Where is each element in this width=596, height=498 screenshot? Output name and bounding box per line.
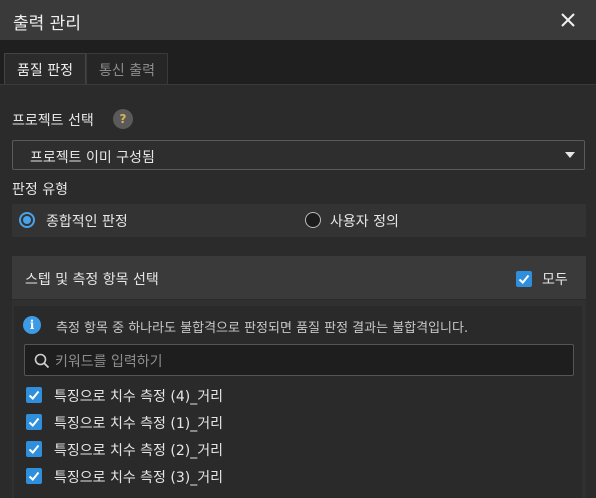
step-selection-title: 스텝 및 측정 항목 선택 xyxy=(25,272,159,288)
select-all-label[interactable]: 모두 xyxy=(542,269,568,289)
radio-comprehensive[interactable] xyxy=(19,212,35,228)
search-box[interactable]: 키워드를 입력하기 xyxy=(24,344,574,376)
project-select-label: 프로젝트 선택 xyxy=(12,113,94,129)
project-dropdown[interactable]: 프로젝트 이미 구성됨 xyxy=(12,140,585,170)
item-label: 특징으로 치수 측정 (2)_거리 xyxy=(54,443,223,459)
item-checkbox[interactable] xyxy=(26,387,42,403)
step-list-area: i 측정 항목 중 하나라도 불합격으로 판정되면 품질 판정 결과는 불합격입… xyxy=(14,306,582,498)
title-bar: 출력 관리 xyxy=(0,0,596,40)
tab-bar: 품질 판정 통신 출력 xyxy=(0,40,596,85)
chevron-down-icon xyxy=(565,152,575,158)
close-icon[interactable] xyxy=(558,10,578,30)
info-message: 측정 항목 중 하나라도 불합격으로 판정되면 품질 판정 결과는 불합격입니다… xyxy=(56,321,469,336)
item-checkbox[interactable] xyxy=(26,468,42,484)
judgement-type-group: 종합적인 판정 사용자 정의 xyxy=(12,204,586,237)
item-label: 특징으로 치수 측정 (1)_거리 xyxy=(54,416,223,432)
tab-communication-output[interactable]: 통신 출력 xyxy=(86,53,168,84)
help-icon[interactable]: ? xyxy=(113,109,133,129)
step-selection-panel: 스텝 및 측정 항목 선택 모두 i 측정 항목 중 하나라도 불합격으로 판정… xyxy=(12,256,586,498)
window-title: 출력 관리 xyxy=(13,14,81,34)
radio-comprehensive-label[interactable]: 종합적인 판정 xyxy=(46,211,128,231)
search-icon xyxy=(34,353,50,369)
judgement-type-label: 판정 유형 xyxy=(12,182,68,198)
item-checkbox[interactable] xyxy=(26,414,42,430)
radio-custom[interactable] xyxy=(305,212,321,228)
item-checkbox[interactable] xyxy=(26,441,42,457)
project-dropdown-value: 프로젝트 이미 구성됨 xyxy=(30,150,155,166)
radio-custom-label[interactable]: 사용자 정의 xyxy=(330,211,399,231)
select-all-checkbox[interactable] xyxy=(516,271,532,287)
info-icon: i xyxy=(23,316,41,334)
search-input[interactable]: 키워드를 입력하기 xyxy=(55,351,163,371)
tab-quality-judgement[interactable]: 품질 판정 xyxy=(4,53,86,84)
item-label: 특징으로 치수 측정 (4)_거리 xyxy=(54,389,223,405)
item-label: 특징으로 치수 측정 (3)_거리 xyxy=(54,470,223,486)
step-selection-header: 스텝 및 측정 항목 선택 모두 xyxy=(12,256,586,300)
